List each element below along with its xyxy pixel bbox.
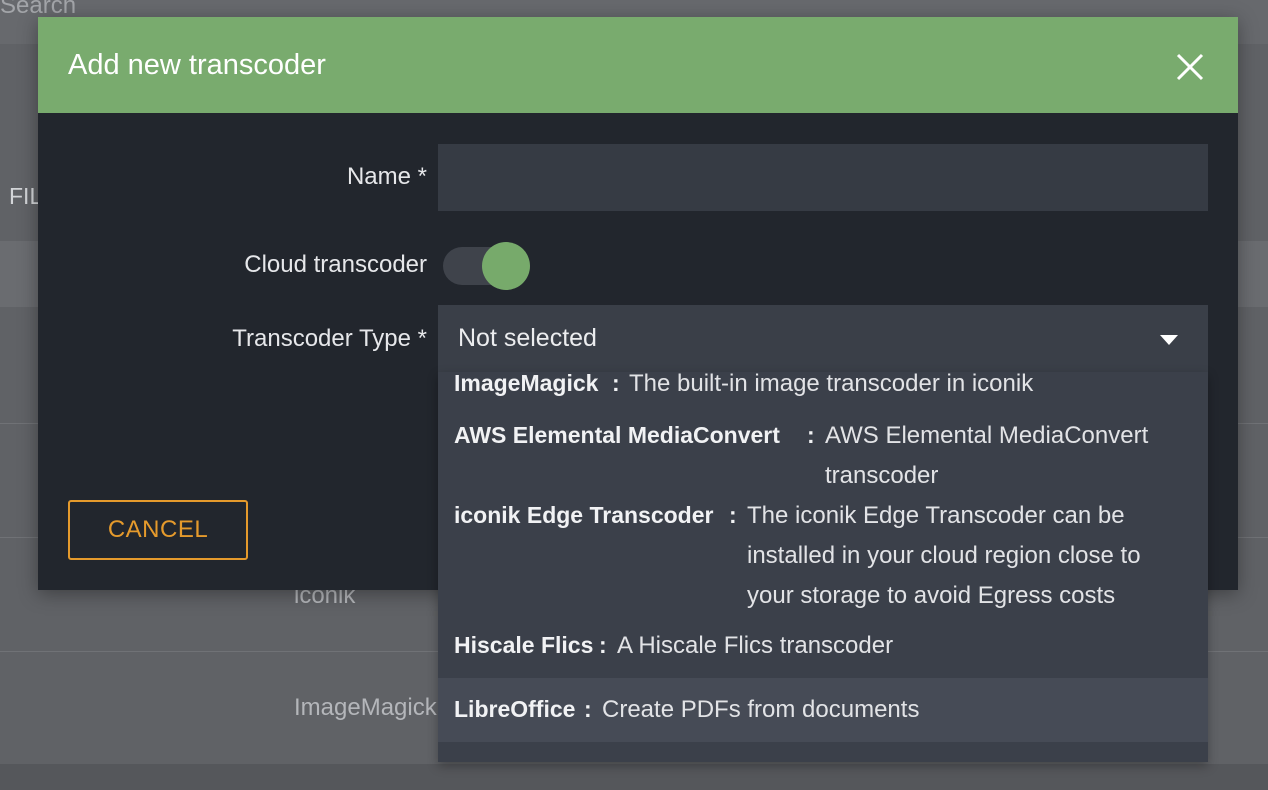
modal-title: Add new transcoder [68, 49, 326, 81]
chevron-down-icon [1160, 335, 1178, 345]
option-description: installed in your cloud region close to [747, 542, 1141, 569]
option-separator: : [729, 502, 737, 528]
name-label: Name * [346, 163, 427, 190]
option-imagemagick[interactable]: ImageMagick : The built-in image transco… [438, 372, 1208, 422]
close-button[interactable] [1170, 47, 1210, 87]
option-description: The built-in image transcoder in iconik [629, 372, 1034, 397]
option-name: Hiscale Flics [454, 632, 594, 658]
option-description: transcoder [825, 462, 939, 489]
transcoder-type-dropdown: ImageMagick : The built-in image transco… [438, 372, 1208, 762]
option-libreoffice[interactable]: LibreOffice : Create PDFs from documents [438, 678, 1208, 742]
transcoder-type-select[interactable]: Not selected [438, 305, 1208, 372]
option-description: AWS Elemental MediaConvert [825, 422, 1149, 449]
option-aws-elemental-mediaconvert[interactable]: AWS Elemental MediaConvert : AWS Element… [438, 422, 1208, 502]
background-footer [0, 764, 1268, 790]
option-name: ImageMagick [454, 372, 599, 396]
option-separator: : [584, 696, 592, 722]
option-name: iconik Edge Transcoder [454, 502, 714, 528]
transcoder-type-label: Transcoder Type * [232, 325, 427, 352]
option-separator: : [599, 632, 607, 658]
option-separator: : [807, 422, 815, 448]
option-separator: : [612, 372, 620, 396]
background-row-imagemagick: ImageMagick [294, 694, 437, 721]
transcoder-type-value: Not selected [458, 324, 597, 352]
option-description: A Hiscale Flics transcoder [617, 632, 894, 659]
option-hiscale-flics[interactable]: Hiscale Flics : A Hiscale Flics transcod… [438, 624, 1208, 678]
option-name: AWS Elemental MediaConvert [454, 422, 780, 448]
modal-header: Add new transcoder [38, 17, 1238, 113]
cloud-transcoder-toggle[interactable] [443, 242, 530, 290]
option-description: Create PDFs from documents [602, 696, 920, 723]
name-input[interactable] [438, 144, 1208, 211]
toggle-knob [482, 242, 530, 290]
cloud-transcoder-label: Cloud transcoder [244, 251, 427, 278]
cancel-button[interactable]: CANCEL [68, 500, 248, 560]
option-description: The iconik Edge Transcoder can be [747, 502, 1125, 529]
option-name: LibreOffice [454, 696, 576, 722]
close-icon [1176, 53, 1204, 81]
option-description: your storage to avoid Egress costs [747, 582, 1116, 609]
option-iconik-edge-transcoder[interactable]: iconik Edge Transcoder : The iconik Edge… [438, 502, 1208, 622]
